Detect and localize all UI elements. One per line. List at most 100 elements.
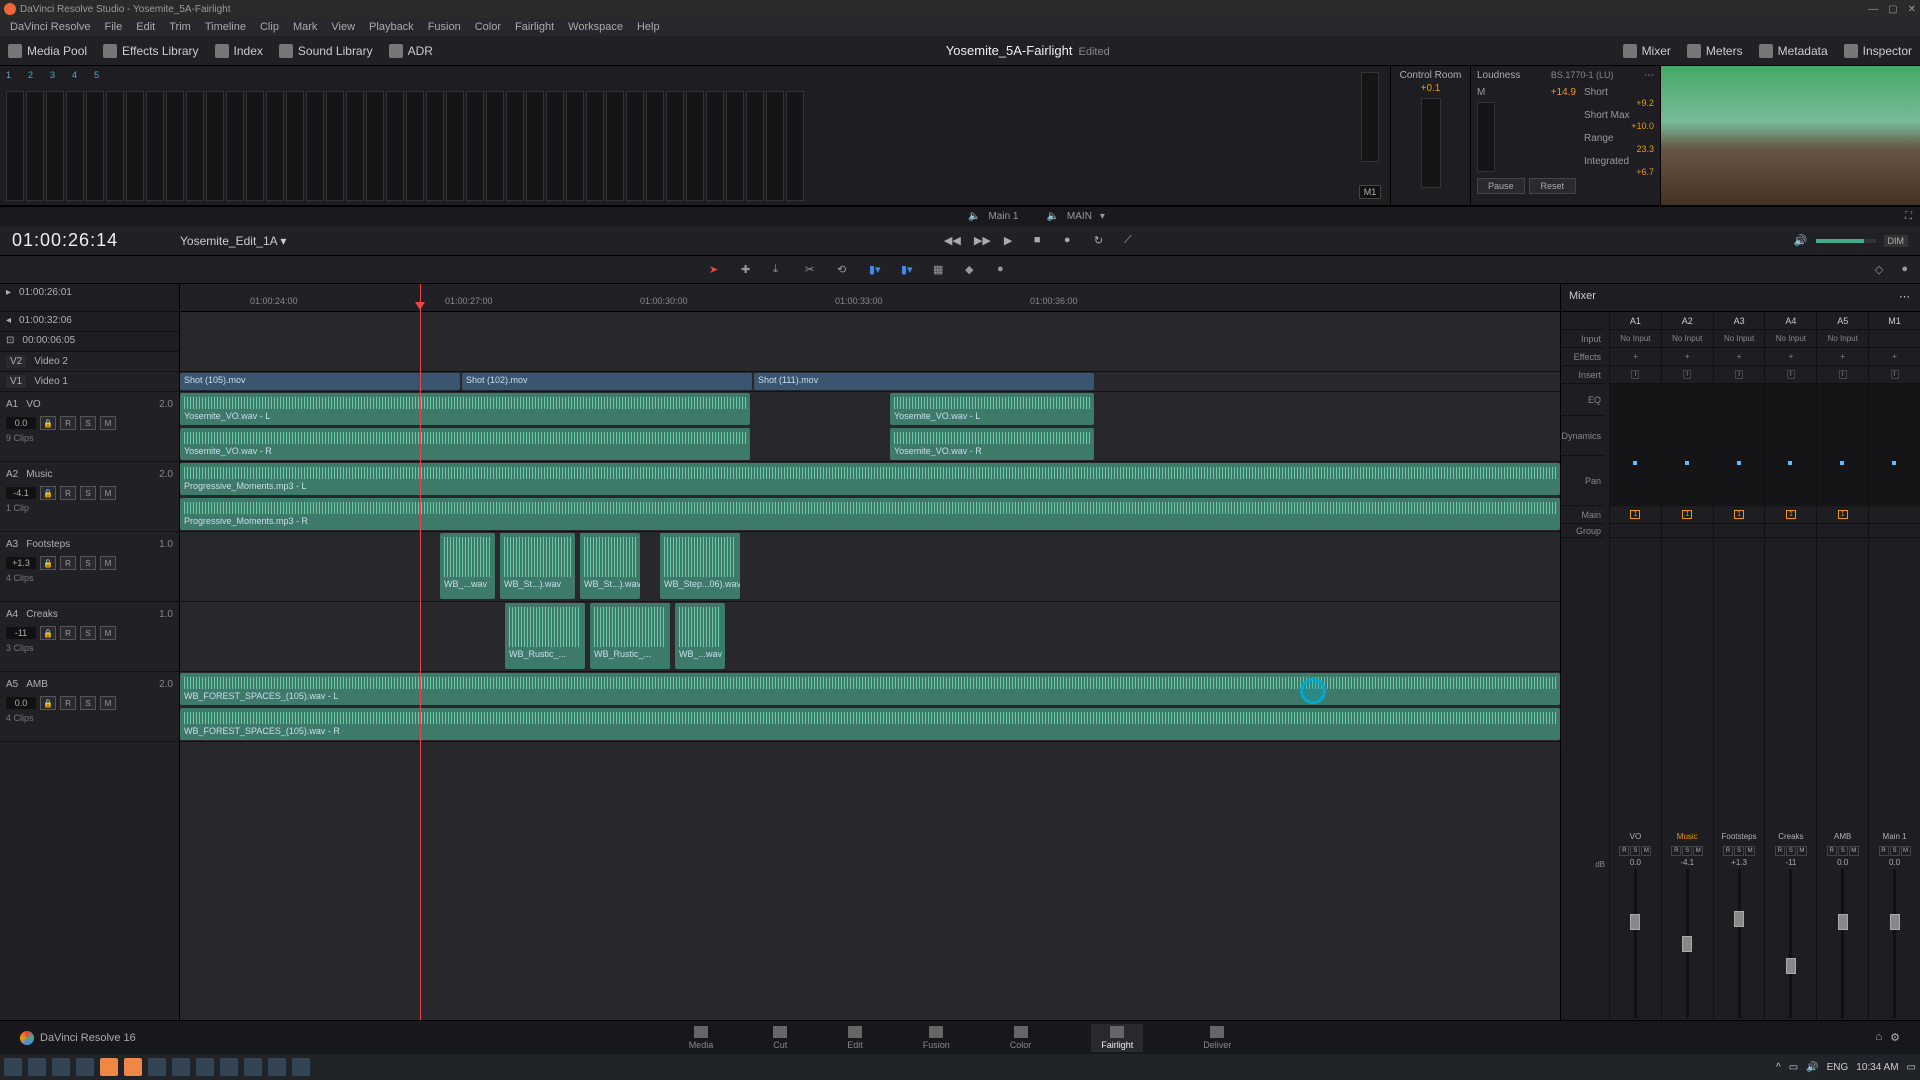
tc-go-icon[interactable]: ◂ (6, 315, 11, 326)
input-cell[interactable]: No Input (1610, 330, 1661, 348)
video-track-row[interactable] (180, 352, 1560, 372)
eq-graph[interactable] (1765, 384, 1816, 416)
insert-cell[interactable]: I (1765, 366, 1816, 384)
arm-button[interactable]: R (1671, 846, 1681, 856)
tray-time[interactable]: 10:34 AM (1856, 1062, 1898, 1073)
eq-graph[interactable] (1662, 384, 1713, 416)
solo-button[interactable]: S (1838, 846, 1848, 856)
sound-library-button[interactable]: Sound Library (279, 44, 373, 58)
audio-clip[interactable]: Yosemite_VO.wav - L (180, 393, 750, 425)
group-cell[interactable] (1817, 524, 1868, 538)
media-pool-button[interactable]: Media Pool (8, 44, 87, 58)
effects-add[interactable]: + (1662, 348, 1713, 366)
menu-item[interactable]: Fusion (428, 21, 461, 33)
forward-button[interactable]: ▶▶ (974, 234, 988, 248)
razor-tool-icon[interactable]: ✂ (805, 263, 819, 277)
expand-icon[interactable]: ⛶ (1905, 211, 1912, 222)
mixer-fader[interactable]: Creaks RSM -11 (1764, 830, 1816, 1020)
mixer-fader[interactable]: AMB RSM 0.0 (1816, 830, 1868, 1020)
insert-cell[interactable]: I (1714, 366, 1765, 384)
automation-icon[interactable]: ⟋ (1124, 234, 1138, 248)
explorer-icon[interactable] (76, 1058, 94, 1076)
solo-button[interactable]: S (1786, 846, 1796, 856)
rewind-button[interactable]: ◀◀ (944, 234, 958, 248)
audio-track-header[interactable]: A1VO2.0 0.0🔒RSM 9 Clips (0, 392, 179, 462)
audio-track-row[interactable]: WB_...wav WB_St...).wav WB_St...).wav WB… (180, 532, 1560, 602)
audio-clip[interactable]: WB_Step...06).wav (660, 533, 740, 599)
insert-cell[interactable]: I (1610, 366, 1661, 384)
mute-button[interactable]: M (100, 416, 116, 430)
index-button[interactable]: Index (215, 44, 263, 58)
dim-button[interactable]: DIM (1884, 235, 1909, 247)
flag-blue2-icon[interactable]: ▮▾ (901, 263, 915, 277)
options-icon[interactable]: ⋯ (1644, 70, 1654, 81)
menu-item[interactable]: Workspace (568, 21, 623, 33)
solo-button[interactable]: S (1734, 846, 1744, 856)
dot-icon[interactable]: ● (997, 263, 1011, 277)
sound-tray-icon[interactable]: 🔊 (1806, 1062, 1818, 1073)
mute-button[interactable]: M (1641, 846, 1651, 856)
timeline-name[interactable]: Yosemite_Edit_1A ▾ (180, 234, 300, 248)
main-assign[interactable]: 1 (1765, 506, 1816, 524)
insert-cell[interactable]: I (1817, 366, 1868, 384)
audio-track-header[interactable]: A4Creaks1.0 -11🔒RSM 3 Clips (0, 602, 179, 672)
arm-button[interactable]: R (1775, 846, 1785, 856)
home-icon[interactable]: ⌂ (1875, 1031, 1882, 1044)
metadata-toggle[interactable]: Metadata (1759, 44, 1828, 58)
arm-button[interactable]: R (1827, 846, 1837, 856)
solo-button[interactable]: S (1682, 846, 1692, 856)
playhead[interactable] (420, 284, 421, 1020)
menu-item[interactable]: Clip (260, 21, 279, 33)
fader-slider[interactable] (1767, 869, 1814, 1018)
monitor-left[interactable]: Main 1 (988, 211, 1018, 222)
group-cell[interactable] (1869, 524, 1920, 538)
arm-button[interactable]: R (1723, 846, 1733, 856)
meters-toggle[interactable]: Meters (1687, 44, 1743, 58)
input-cell[interactable]: No Input (1817, 330, 1868, 348)
mixer-fader[interactable]: VO RSM 0.0 (1609, 830, 1661, 1020)
close-icon[interactable]: ✕ (1908, 4, 1916, 15)
pan-grid[interactable] (1765, 456, 1816, 506)
mute-button[interactable]: M (1693, 846, 1703, 856)
input-cell[interactable]: No Input (1765, 330, 1816, 348)
link-tool-icon[interactable]: ⟲ (837, 263, 851, 277)
mixer-fader[interactable]: Footsteps RSM +1.3 (1713, 830, 1765, 1020)
zoom-dot-icon[interactable]: ● (1901, 263, 1908, 276)
reset-button[interactable]: Reset (1529, 178, 1577, 194)
flag-blue-icon[interactable]: ▮▾ (869, 263, 883, 277)
chevron-down-icon[interactable]: ▾ (280, 234, 286, 248)
mute-button[interactable]: M (1797, 846, 1807, 856)
loop-button[interactable]: ↻ (1094, 234, 1108, 248)
settings-icon[interactable]: ⚙ (1890, 1031, 1900, 1044)
fader-slider[interactable] (1664, 869, 1711, 1018)
lock-icon[interactable]: 🔒 (40, 486, 56, 500)
scroller-icon[interactable]: ◆ (965, 263, 979, 277)
video-clip[interactable]: Shot (102).mov (462, 373, 752, 390)
menu-item[interactable]: Color (475, 21, 501, 33)
menu-item[interactable]: DaVinci Resolve (10, 21, 91, 33)
audio-clip[interactable]: WB_FOREST_SPACES_(105).wav - R (180, 708, 1560, 740)
menu-item[interactable]: Timeline (205, 21, 246, 33)
page-deliver[interactable]: Deliver (1203, 1026, 1231, 1050)
timeline-ruler[interactable]: 01:00:24:00 01:00:27:00 01:00:30:00 01:0… (180, 284, 1560, 312)
eq-graph[interactable] (1869, 384, 1920, 416)
dynamics-graph[interactable] (1662, 416, 1713, 456)
input-cell[interactable]: No Input (1714, 330, 1765, 348)
menu-item[interactable]: Mark (293, 21, 317, 33)
eq-graph[interactable] (1714, 384, 1765, 416)
fader-slider[interactable] (1819, 869, 1866, 1018)
arm-button[interactable]: R (1619, 846, 1629, 856)
audio-track-header[interactable]: A2Music2.0 -4.1🔒RSM 1 Clip (0, 462, 179, 532)
app-icon[interactable] (244, 1058, 262, 1076)
audio-clip[interactable]: Progressive_Moments.mp3 - R (180, 498, 1560, 530)
tray-chevron-icon[interactable]: ^ (1776, 1062, 1781, 1073)
audio-track-header[interactable]: A5AMB2.0 0.0🔒RSM 4 Clips (0, 672, 179, 742)
lock-icon[interactable]: 🔒 (40, 416, 56, 430)
group-cell[interactable] (1765, 524, 1816, 538)
page-media[interactable]: Media (689, 1026, 714, 1050)
app-icon[interactable] (172, 1058, 190, 1076)
pause-button[interactable]: Pause (1477, 178, 1525, 194)
video-track-row[interactable]: Shot (105).mov Shot (102).mov Shot (111)… (180, 372, 1560, 392)
audio-clip[interactable]: WB_Rustic_... (590, 603, 670, 669)
fader-slider[interactable] (1612, 869, 1659, 1018)
